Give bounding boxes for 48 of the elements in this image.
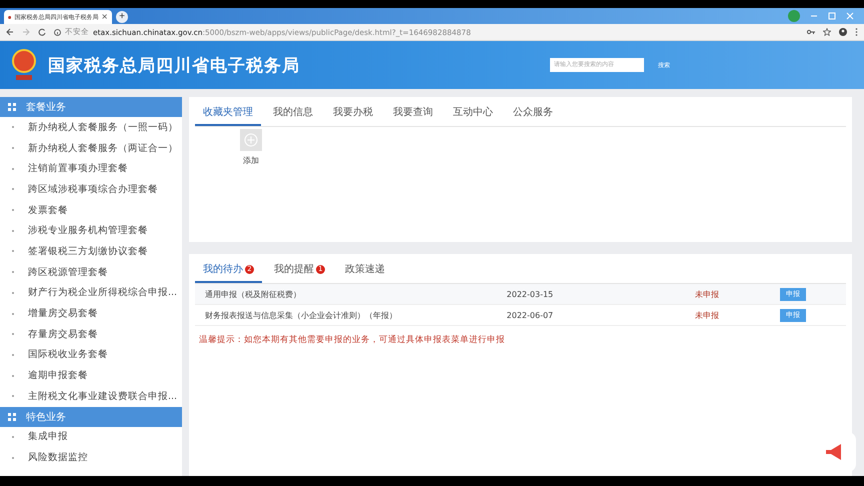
add-label: 添加	[243, 155, 259, 166]
nav-tab[interactable]: 公众服务	[505, 101, 561, 126]
plus-circle-icon	[244, 133, 258, 147]
nav-tab[interactable]: 互动中心	[445, 101, 501, 126]
sidebar-item[interactable]: 集成申报	[0, 426, 182, 448]
sidebar-item[interactable]: 注销前置事项办理套餐	[0, 158, 182, 180]
todo-tab[interactable]: 政策速递	[337, 258, 393, 283]
nav-tab[interactable]: 我要查询	[385, 101, 441, 126]
sidebar-item[interactable]: 主附税文化事业建设费联合申报...	[0, 386, 182, 407]
sidebar-item[interactable]: 存量房交易套餐	[0, 324, 182, 345]
grid-icon	[8, 103, 16, 111]
sidebar-item[interactable]: 跨区税源管理套餐	[0, 262, 182, 282]
notice-text: 温馨提示：如您本期有其他需要申报的业务，可通过具体申报表菜单进行申报	[199, 334, 506, 346]
avatar-icon	[788, 10, 800, 22]
nav-tab[interactable]: 我的信息	[265, 101, 321, 126]
task-status: 未申报	[695, 310, 720, 320]
info-icon	[54, 28, 61, 36]
sidebar-item[interactable]: 签署银税三方划缴协议套餐	[0, 241, 182, 262]
new-tab-button[interactable]: +	[116, 11, 128, 23]
sidebar-item[interactable]: 涉税专业服务机构管理套餐	[0, 220, 182, 242]
menu-icon[interactable]	[855, 28, 858, 36]
back-icon[interactable]	[6, 28, 14, 36]
key-icon[interactable]	[807, 28, 815, 36]
account-icon[interactable]	[839, 28, 847, 36]
sidebar-item[interactable]: 国际税收业务套餐	[0, 344, 182, 366]
sidebar-item[interactable]: 新办纳税人套餐服务（一照一码）	[0, 117, 182, 138]
star-icon[interactable]	[823, 28, 831, 36]
reload-icon[interactable]	[38, 28, 46, 36]
task-date: 2022-03-15	[506, 290, 554, 298]
grid-icon	[8, 412, 16, 421]
task-name: 通用申报（税及附征税费）	[205, 288, 302, 300]
emblem-logo-icon	[10, 47, 38, 83]
add-tile[interactable]	[240, 129, 262, 151]
sidebar-item[interactable]: 逾期申报套餐	[0, 365, 182, 386]
site-title: 国家税务总局四川省电子税务局	[48, 54, 300, 76]
emblem-icon	[8, 14, 12, 20]
task-status: 未申报	[695, 288, 720, 300]
nav-tab[interactable]: 我要办税	[325, 101, 381, 126]
nav-tab[interactable]: 收藏夹管理	[195, 101, 261, 126]
sidebar-item[interactable]: 增量房交易套餐	[0, 303, 182, 324]
sidebar-item[interactable]: 发票套餐	[0, 200, 182, 220]
sidebar-item[interactable]: 新办纳税人套餐服务（两证合一）	[0, 138, 182, 158]
task-name: 财务报表报送与信息采集（小企业会计准则）（年报）	[205, 310, 398, 320]
sidebar-item[interactable]: 财产行为税企业所得税综合申报...	[0, 282, 182, 304]
sidebar-item[interactable]: 跨区域涉税事项综合办理套餐	[0, 179, 182, 200]
sidebar-item[interactable]: 风险数据监控	[0, 447, 182, 468]
close-tab-button[interactable]: ×	[101, 13, 108, 21]
task-date: 2022-06-07	[506, 310, 554, 320]
